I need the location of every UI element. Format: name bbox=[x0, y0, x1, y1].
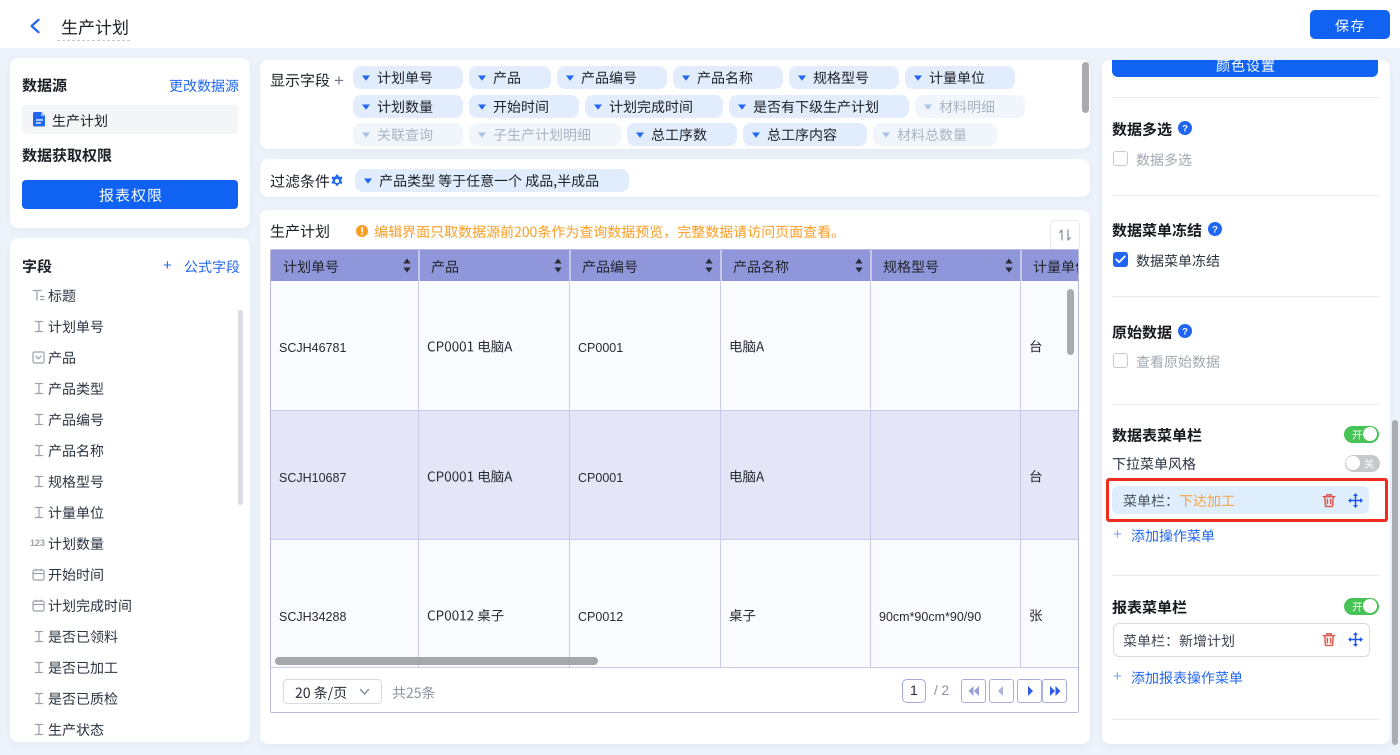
svg-text:?: ? bbox=[1212, 224, 1218, 235]
svg-text:?: ? bbox=[1182, 123, 1188, 134]
svg-text:?: ? bbox=[1182, 326, 1188, 337]
